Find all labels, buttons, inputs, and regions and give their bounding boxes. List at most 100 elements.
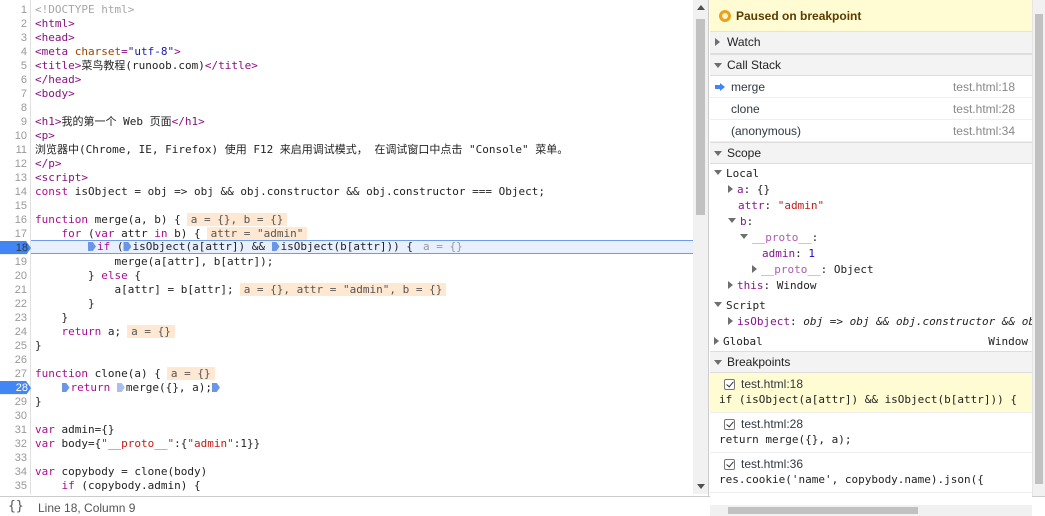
code-line[interactable]: <meta charset="utf-8"> bbox=[35, 45, 181, 59]
breakpoints-section-header[interactable]: Breakpoints bbox=[710, 351, 1032, 373]
sidebar-scroll-thumb[interactable] bbox=[1035, 14, 1043, 484]
line-number[interactable]: 2 bbox=[0, 17, 30, 31]
inline-breakpoint-icon[interactable] bbox=[61, 383, 70, 392]
code-line[interactable]: 浏览器中(Chrome, IE, Firefox) 使用 F12 来启用调试模式… bbox=[35, 143, 568, 157]
scope-var-admin[interactable]: admin: 1 bbox=[762, 246, 815, 262]
line-number[interactable]: 32 bbox=[0, 437, 30, 451]
code-line[interactable]: a[attr] = b[attr]; a = {}, attr = "admin"… bbox=[35, 283, 447, 297]
code-line[interactable]: <head> bbox=[35, 31, 75, 45]
line-number[interactable]: 20 bbox=[0, 269, 30, 283]
code-line[interactable]: var admin={} bbox=[35, 423, 114, 437]
line-number-gutter[interactable]: 1 2 3 4 5 6 7 8 9 10 11 12 13 14 15 16 17 18 19 20 21 22 23 24 2… bbox=[0, 0, 31, 494]
line-number[interactable]: 19 bbox=[0, 255, 30, 269]
current-execution-line[interactable]: if (isObject(a[attr]) && isObject(b[attr… bbox=[31, 240, 693, 254]
scope-var-proto[interactable]: __proto__: bbox=[740, 230, 818, 246]
line-number[interactable]: 6 bbox=[0, 73, 30, 87]
inline-breakpoint-icon[interactable] bbox=[211, 383, 220, 392]
line-number[interactable]: 29 bbox=[0, 395, 30, 409]
call-stack-frame[interactable]: merge test.html:18 bbox=[710, 76, 1032, 98]
code-line[interactable]: return merge({}, a); bbox=[35, 381, 221, 395]
code-line[interactable]: for (var attr in b) {attr = "admin" bbox=[35, 227, 308, 241]
breakpoint-marker[interactable]: 28 bbox=[0, 381, 31, 395]
scope-local-row[interactable]: Local bbox=[714, 166, 759, 182]
scroll-up-arrow-icon[interactable] bbox=[697, 5, 705, 10]
line-number[interactable]: 9 bbox=[0, 115, 30, 129]
code-line[interactable]: } bbox=[35, 311, 68, 325]
breakpoint-checkbox[interactable] bbox=[724, 419, 735, 430]
line-number[interactable]: 12 bbox=[0, 157, 30, 171]
line-number[interactable]: 1 bbox=[0, 3, 30, 17]
code-line[interactable]: <script> bbox=[35, 171, 88, 185]
scope-var-attr[interactable]: attr: "admin" bbox=[738, 198, 824, 214]
code-line[interactable]: } bbox=[35, 297, 95, 311]
breakpoint-item[interactable]: test.html:18 if (isObject(a[attr]) && isO… bbox=[710, 373, 1032, 413]
line-number[interactable]: 8 bbox=[0, 101, 30, 115]
inline-breakpoint-icon[interactable] bbox=[123, 242, 132, 251]
call-stack-section-header[interactable]: Call Stack bbox=[710, 54, 1032, 76]
line-number[interactable]: 31 bbox=[0, 423, 30, 437]
pretty-print-icon[interactable]: {} bbox=[8, 499, 24, 514]
breakpoint-checkbox[interactable] bbox=[724, 379, 735, 390]
code-line[interactable]: <h1>我的第一个 Web 页面</h1> bbox=[35, 115, 205, 129]
code-line[interactable]: var copybody = clone(body) bbox=[35, 465, 207, 479]
code-line[interactable]: if (copybody.admin) { bbox=[35, 479, 200, 493]
scope-var-a[interactable]: a: {} bbox=[728, 182, 770, 198]
inline-breakpoint-icon[interactable] bbox=[116, 383, 125, 392]
line-number[interactable]: 16 bbox=[0, 213, 30, 227]
scope-script-row[interactable]: Script bbox=[714, 298, 766, 314]
call-stack-frame[interactable]: clone test.html:28 bbox=[710, 98, 1032, 120]
scroll-down-arrow-icon[interactable] bbox=[697, 484, 705, 489]
watch-section-header[interactable]: Watch bbox=[710, 32, 1032, 54]
sidebar-horizontal-scrollbar[interactable] bbox=[710, 505, 1032, 516]
scope-var-proto-object[interactable]: __proto__: Object bbox=[752, 262, 874, 278]
frame-location[interactable]: test.html:28 bbox=[953, 98, 1015, 120]
code-line[interactable]: <title>菜鸟教程(runoob.com)</title> bbox=[35, 59, 258, 73]
code-line[interactable]: const isObject = obj => obj && obj.const… bbox=[35, 185, 545, 199]
editor-vertical-scrollbar[interactable] bbox=[693, 0, 708, 494]
line-number[interactable]: 17 bbox=[0, 227, 30, 241]
scope-var-isobject[interactable]: isObject: obj => obj && obj.constructor … bbox=[728, 314, 1032, 330]
scope-global-row[interactable]: Global Window bbox=[714, 334, 1028, 350]
code-line[interactable]: </p> bbox=[35, 157, 62, 171]
line-number[interactable]: 27 bbox=[0, 367, 30, 381]
breakpoint-marker[interactable]: 18 bbox=[0, 241, 31, 255]
code-line[interactable]: } else { bbox=[35, 269, 141, 283]
line-number[interactable]: 26 bbox=[0, 353, 30, 367]
frame-location[interactable]: test.html:18 bbox=[953, 76, 1015, 98]
line-number[interactable]: 5 bbox=[0, 59, 30, 73]
breakpoint-item[interactable]: test.html:36 res.cookie('name', copybody.… bbox=[710, 453, 1032, 493]
breakpoint-item[interactable]: test.html:28 return merge({}, a); bbox=[710, 413, 1032, 453]
code-line[interactable]: function merge(a, b) {a = {}, b = {} bbox=[35, 213, 288, 227]
line-number[interactable]: 11 bbox=[0, 143, 30, 157]
inline-breakpoint-icon[interactable] bbox=[87, 242, 96, 251]
line-number[interactable]: 34 bbox=[0, 465, 30, 479]
line-number[interactable]: 14 bbox=[0, 185, 30, 199]
code-line[interactable]: } bbox=[35, 395, 42, 409]
scope-section-header[interactable]: Scope bbox=[710, 142, 1032, 164]
code-line[interactable]: <p> bbox=[35, 129, 55, 143]
code-line[interactable]: <html> bbox=[35, 17, 75, 31]
editor-scroll-thumb[interactable] bbox=[696, 19, 705, 215]
line-number[interactable]: 7 bbox=[0, 87, 30, 101]
line-number[interactable]: 10 bbox=[0, 129, 30, 143]
frame-location[interactable]: test.html:34 bbox=[953, 120, 1015, 142]
code-line[interactable]: return a; a = {} bbox=[35, 325, 175, 339]
code-line[interactable]: merge(a[attr], b[attr]); bbox=[35, 255, 273, 269]
line-number[interactable]: 13 bbox=[0, 171, 30, 185]
line-number[interactable]: 22 bbox=[0, 297, 30, 311]
line-number[interactable]: 24 bbox=[0, 325, 30, 339]
code-area[interactable]: <!DOCTYPE html> <html> <head> <meta charset… bbox=[31, 0, 693, 494]
breakpoint-checkbox[interactable] bbox=[724, 459, 735, 470]
scope-var-b[interactable]: b: bbox=[728, 214, 753, 230]
code-line[interactable]: } bbox=[35, 339, 42, 353]
code-line[interactable]: <!DOCTYPE html> bbox=[35, 3, 134, 17]
scope-var-this[interactable]: this: Window bbox=[728, 278, 817, 294]
line-number[interactable]: 21 bbox=[0, 283, 30, 297]
line-number[interactable]: 25 bbox=[0, 339, 30, 353]
source-editor[interactable]: 1 2 3 4 5 6 7 8 9 10 11 12 13 14 15 16 17 18 19 20 21 22 23 24 2… bbox=[0, 0, 709, 496]
line-number[interactable]: 23 bbox=[0, 311, 30, 325]
line-number[interactable]: 33 bbox=[0, 451, 30, 465]
code-line[interactable]: function clone(a) {a = {} bbox=[35, 367, 215, 381]
line-number[interactable]: 3 bbox=[0, 31, 30, 45]
sidebar-vertical-scrollbar[interactable] bbox=[1032, 0, 1045, 496]
